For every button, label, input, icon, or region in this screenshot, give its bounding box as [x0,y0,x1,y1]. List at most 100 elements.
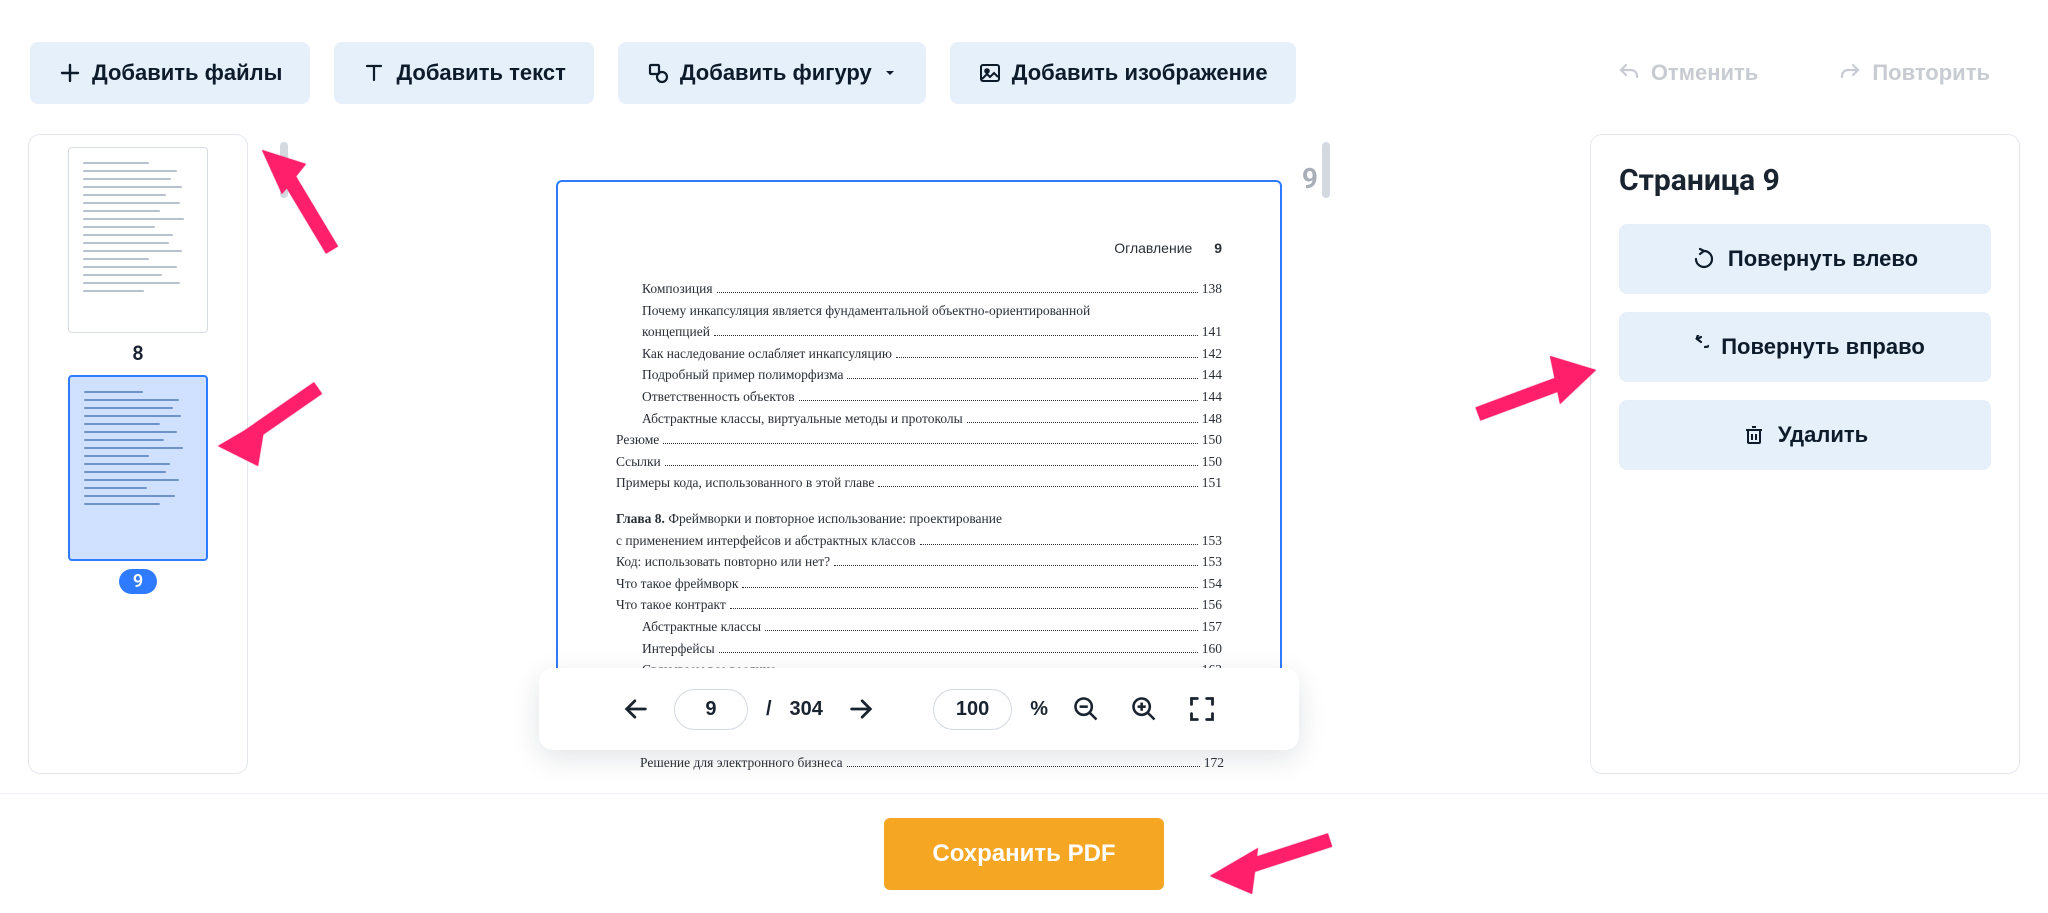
scroll-handle-left[interactable] [280,142,288,198]
right-panel: Страница 9 Повернуть влево Повернуть впр… [1590,134,2020,774]
undo-icon [1617,61,1641,85]
add-files-label: Добавить файлы [92,60,282,86]
toc-chapter: Глава 8. Фреймворки и повторное использо… [616,508,1222,551]
toc-title: Как наследование ослабляет инкапсуляцию [642,343,892,365]
chapter-line1: Фреймворки и повторное использование: пр… [668,511,1002,526]
zoom-out-button[interactable] [1066,689,1106,729]
toc-row: Примеры кода, использованного в этой гла… [616,472,1222,494]
next-page-button[interactable] [841,689,881,729]
toc-page: 151 [1202,472,1222,494]
toc-page: 144 [1202,386,1222,408]
thumbnail-page-8[interactable] [68,147,208,333]
toc-title: Ответственность объектов [642,386,795,408]
add-files-button[interactable]: Добавить файлы [30,42,310,104]
page-frame[interactable]: Оглавление 9 Композиция 138 Почему инкапсу… [556,180,1282,735]
add-text-label: Добавить текст [396,60,565,86]
toc-title: Абстрактные классы [642,616,761,638]
thumbnail-label-8: 8 [132,341,143,365]
chapter-prefix: Глава 8. [616,511,665,526]
toc-page: 154 [1202,573,1222,595]
add-shape-label: Добавить фигуру [680,60,872,86]
toc-page: 150 [1202,429,1222,451]
toc-row: Что такое контракт156 [616,594,1222,616]
toc-row: Ссылки150 [616,451,1222,473]
save-pdf-button[interactable]: Сохранить PDF [884,818,1163,890]
toc-row: Почему инкапсуляция является фундаментал… [616,300,1222,322]
add-image-label: Добавить изображение [1012,60,1268,86]
toc-title: Что такое контракт [616,594,726,616]
toc-title: Абстрактные классы, виртуальные методы и… [642,408,963,430]
current-page-input[interactable]: 9 [674,689,748,730]
zoom-input[interactable]: 100 [933,689,1012,730]
prev-page-button[interactable] [616,689,656,729]
toc-title: Резюме [616,429,659,451]
toc-row: Резюме 150 [616,429,1222,451]
text-icon [362,61,386,85]
toc-row: Подробный пример полиморфизма 144 [616,364,1222,386]
total-pages: 304 [790,698,823,721]
fullscreen-button[interactable] [1182,689,1222,729]
toc-row: Решение для электронного бизнеса 172 [614,752,1224,774]
toc-title: Код: использовать повторно или нет? [616,551,830,573]
redo-button[interactable]: Повторить [1810,42,2018,104]
toc-row: Ответственность объектов 144 [616,386,1222,408]
toolbar: Добавить файлы Добавить текст Добавить ф… [0,0,2048,134]
save-pdf-label: Сохранить PDF [932,840,1115,867]
zoom-unit: % [1030,698,1048,721]
toc-row: Композиция 138 [616,278,1222,300]
toc-title: Примеры кода, использованного в этой гла… [616,472,874,494]
image-icon [978,61,1002,85]
plus-icon [58,61,82,85]
toc-title: Решение для электронного бизнеса [640,752,843,774]
toc-page: 144 [1202,364,1222,386]
toc-page: 141 [1202,321,1222,343]
toc-row: Абстрактные классы 157 [616,616,1222,638]
toc-row: Интерфейсы 160 [616,638,1222,660]
page-number-float: 9 [1302,162,1318,195]
page-header-label: Оглавление [1114,240,1192,256]
redo-label: Повторить [1872,60,1990,86]
footer: Сохранить PDF [0,793,2048,913]
page-header-number: 9 [1214,240,1222,256]
scroll-handle-right[interactable] [1322,142,1330,198]
zoom-in-button[interactable] [1124,689,1164,729]
thumbnail-label-9: 9 [119,569,157,594]
redo-icon [1838,61,1862,85]
thumbnail-panel: 8 9 [28,134,248,774]
toc-title: Подробный пример полиморфизма [642,364,843,386]
toc-page: 172 [1204,752,1224,774]
toc-page: 153 [1202,551,1222,573]
rotate-right-button[interactable]: Повернуть вправо [1619,312,1991,382]
right-panel-title: Страница 9 [1619,163,1991,198]
delete-label: Удалить [1778,422,1868,448]
toc-page: 138 [1202,278,1222,300]
shape-icon [646,61,670,85]
rotate-right-label: Повернуть вправо [1721,334,1925,360]
toc-title: Ссылки [616,451,661,473]
toc-row: Абстрактные классы, виртуальные методы и… [616,408,1222,430]
toc-title: Композиция [642,278,713,300]
rotate-left-label: Повернуть влево [1728,246,1918,272]
page-sep: / [766,698,772,721]
toc-page: 160 [1202,638,1222,660]
chapter-line2: с применением интерфейсов и абстрактных … [616,530,916,552]
thumbnail-8: 8 [65,147,211,365]
chevron-down-icon [882,61,898,85]
pager: 9 / 304 100 % [539,668,1299,750]
page-header: Оглавление 9 [616,240,1222,256]
toc-title: Интерфейсы [642,638,715,660]
undo-button[interactable]: Отменить [1589,42,1787,104]
toc-row: концепцией141 [616,321,1222,343]
rotate-left-button[interactable]: Повернуть влево [1619,224,1991,294]
chapter-page: 153 [1202,530,1222,552]
delete-button[interactable]: Удалить [1619,400,1991,470]
toc-page: 148 [1202,408,1222,430]
add-shape-button[interactable]: Добавить фигуру [618,42,926,104]
toc-title: Почему инкапсуляция является фундаментал… [642,300,1090,322]
toc-page: 142 [1202,343,1222,365]
add-image-button[interactable]: Добавить изображение [950,42,1296,104]
add-text-button[interactable]: Добавить текст [334,42,593,104]
toc-row: Код: использовать повторно или нет? 153 [616,551,1222,573]
toc-page: 157 [1202,616,1222,638]
thumbnail-page-9[interactable] [68,375,208,561]
